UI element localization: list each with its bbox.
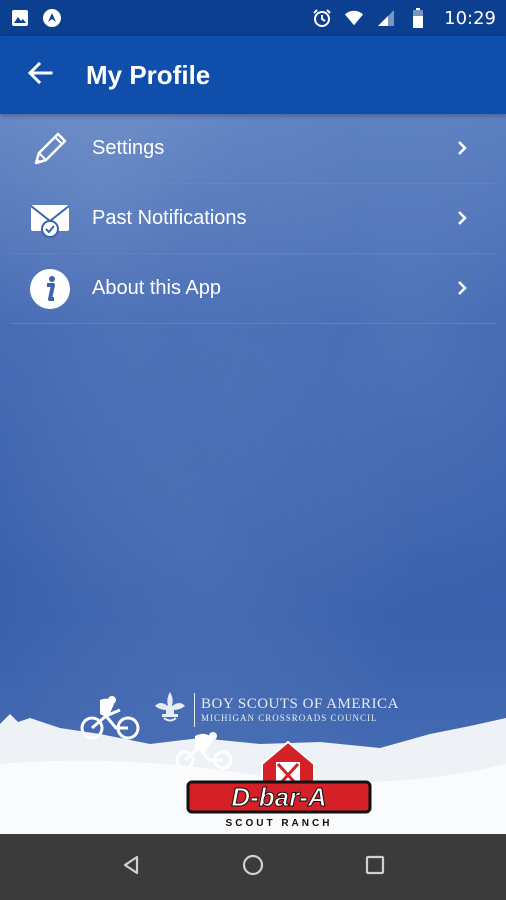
battery-icon bbox=[408, 8, 428, 28]
info-icon bbox=[28, 267, 72, 311]
maps-icon bbox=[42, 8, 62, 28]
camp-subtitle: SCOUT RANCH bbox=[226, 818, 333, 829]
page-title: My Profile bbox=[86, 59, 211, 90]
nav-recents-button[interactable] bbox=[355, 847, 395, 887]
menu-item-label: Settings bbox=[92, 137, 165, 159]
recents-square-icon bbox=[365, 855, 385, 880]
image-icon bbox=[10, 8, 30, 28]
envelope-icon bbox=[28, 197, 72, 241]
mountain-biker-graphic bbox=[80, 696, 140, 740]
wifi-icon bbox=[344, 8, 364, 28]
pencil-icon bbox=[28, 127, 72, 171]
menu-item-about-app[interactable]: About this App bbox=[10, 254, 496, 324]
home-circle-icon bbox=[241, 853, 265, 882]
system-nav-bar bbox=[0, 834, 506, 900]
back-triangle-icon bbox=[120, 854, 142, 881]
logo-divider bbox=[194, 692, 195, 727]
back-button[interactable] bbox=[0, 36, 80, 114]
content-area: Settings Past Notifications About this A… bbox=[0, 114, 506, 834]
menu-item-label: Past Notifications bbox=[92, 207, 247, 229]
council-name: MICHIGAN CROSSROADS COUNCIL bbox=[201, 713, 378, 723]
menu-item-past-notifications[interactable]: Past Notifications bbox=[10, 184, 496, 254]
status-bar: 10:29 bbox=[0, 0, 506, 36]
nav-back-button[interactable] bbox=[111, 847, 151, 887]
chevron-right-icon bbox=[452, 208, 472, 228]
camp-name: D-bar-A bbox=[231, 782, 326, 812]
nav-home-button[interactable] bbox=[233, 847, 273, 887]
arrow-left-icon bbox=[27, 60, 53, 91]
bsa-logo: BOY SCOUTS OF AMERICA MICHIGAN CROSSROAD… bbox=[152, 690, 399, 729]
org-name: BOY SCOUTS OF AMERICA bbox=[201, 696, 399, 712]
signal-icon bbox=[376, 8, 396, 28]
chevron-right-icon bbox=[452, 278, 472, 298]
status-time: 10:29 bbox=[444, 7, 496, 29]
d-bar-a-scout-ranch-logo: D-bar-A SCOUT RANCH bbox=[186, 740, 372, 829]
chevron-right-icon bbox=[452, 138, 472, 158]
fleur-de-lis-icon bbox=[152, 690, 188, 729]
menu-item-settings[interactable]: Settings bbox=[10, 114, 496, 184]
alarm-icon bbox=[312, 8, 332, 28]
menu-item-label: About this App bbox=[92, 277, 221, 299]
app-bar: My Profile bbox=[0, 36, 506, 114]
